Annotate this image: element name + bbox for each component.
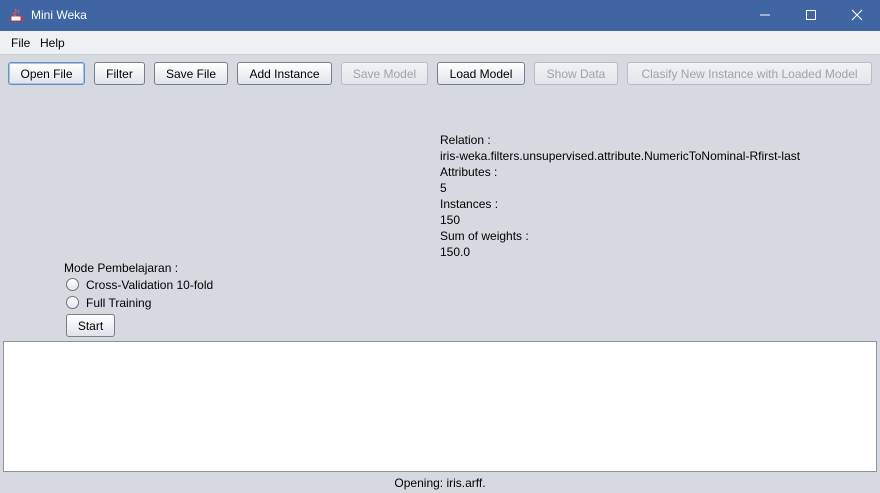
sum-of-weights-label: Sum of weights : — [440, 229, 529, 243]
learning-mode-label: Mode Pembelajaran : — [64, 261, 179, 275]
relation-label: Relation : — [440, 133, 491, 147]
menu-help[interactable]: Help — [40, 36, 65, 50]
output-text-area[interactable] — [3, 341, 877, 472]
save-file-button[interactable]: Save File — [154, 62, 228, 85]
add-instance-button[interactable]: Add Instance — [237, 62, 332, 85]
attributes-value: 5 — [440, 181, 447, 195]
full-training-label: Full Training — [86, 296, 152, 310]
start-button[interactable]: Start — [66, 314, 115, 337]
menu-file[interactable]: File — [11, 36, 30, 50]
minimize-button[interactable] — [742, 0, 788, 31]
minimize-icon — [760, 14, 770, 16]
load-model-button[interactable]: Load Model — [437, 62, 525, 85]
instances-label: Instances : — [440, 197, 499, 211]
filter-button[interactable]: Filter — [94, 62, 145, 85]
relation-value: iris-weka.filters.unsupervised.attribute… — [440, 149, 801, 163]
open-file-button[interactable]: Open File — [8, 62, 85, 85]
maximize-button[interactable] — [788, 0, 834, 31]
menu-bar: File Help — [0, 31, 880, 55]
show-data-button[interactable]: Show Data — [534, 62, 618, 85]
java-app-icon — [9, 7, 25, 23]
cross-validation-radio[interactable] — [66, 278, 79, 291]
instances-value: 150 — [440, 213, 461, 227]
close-button[interactable] — [834, 0, 880, 31]
title-bar[interactable]: Mini Weka — [0, 0, 880, 31]
sum-of-weights-value: 150.0 — [440, 245, 471, 259]
full-training-radio[interactable] — [66, 296, 79, 309]
classify-new-instance-button[interactable]: Clasify New Instance with Loaded Model — [627, 62, 872, 85]
status-bar: Opening: iris.arff. — [394, 476, 486, 490]
close-icon — [851, 9, 863, 21]
cross-validation-label: Cross-Validation 10-fold — [86, 278, 214, 292]
maximize-icon — [806, 10, 816, 20]
attributes-label: Attributes : — [440, 165, 498, 179]
window-title: Mini Weka — [31, 8, 87, 22]
save-model-button[interactable]: Save Model — [341, 62, 428, 85]
